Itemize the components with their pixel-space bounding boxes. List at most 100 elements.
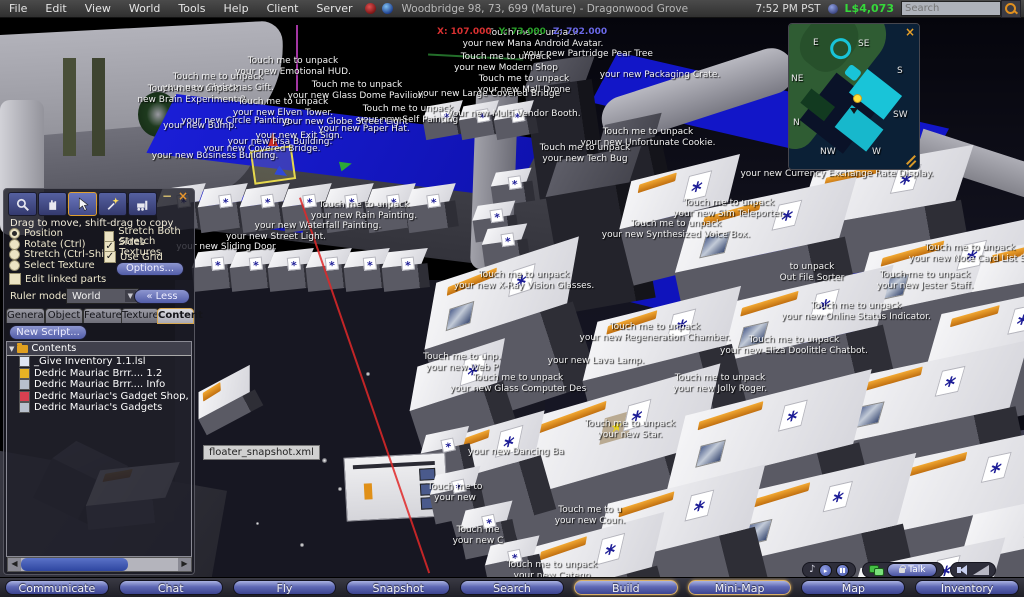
toolbar-snapshot-button[interactable]: Snapshot (346, 580, 450, 595)
volume-slider[interactable] (973, 565, 989, 575)
contents-list: ▼ Contents _Give Inventory 1.1.lslDedric… (6, 341, 192, 557)
search-input[interactable] (901, 1, 1001, 16)
move-tool-icon[interactable] (38, 192, 67, 216)
menu-view[interactable]: View (76, 0, 120, 17)
compass-se: SE (858, 39, 869, 49)
play-button[interactable]: ▸ (819, 564, 832, 577)
toolbar-chat-button[interactable]: Chat (119, 580, 223, 595)
radio-stretch-ctrl-shift[interactable]: Stretch (Ctrl-Shift) (9, 249, 115, 260)
pause-button[interactable] (836, 564, 849, 577)
toolbar-fly-button[interactable]: Fly (233, 580, 337, 595)
maker-logo-icon: * (508, 263, 536, 297)
menu-server[interactable]: Server (307, 0, 361, 17)
menu-world[interactable]: World (120, 0, 170, 17)
horizontal-scrollbar[interactable]: ◀ ▶ (7, 557, 192, 572)
menu-edit[interactable]: Edit (36, 0, 75, 17)
zoom-tool-icon[interactable] (8, 192, 37, 216)
maker-logo-icon: * (507, 548, 522, 563)
radio-rotate-ctrl[interactable]: Rotate (Ctrl) (9, 239, 86, 250)
new-script-button[interactable]: New Script... (9, 325, 87, 340)
compass-e: E (813, 38, 819, 48)
menu-file[interactable]: File (0, 0, 36, 17)
scrollbar-thumb[interactable] (21, 558, 128, 571)
currency-icon[interactable] (828, 4, 838, 14)
toolbar-build-button[interactable]: Build (574, 580, 678, 595)
edit-tools-floater[interactable]: − × Drag to move, shift-drag to copy Pos… (3, 188, 195, 575)
less-button[interactable]: « Less (134, 289, 190, 304)
compass-nw: NW (820, 147, 836, 157)
toolbar-mini-map-button[interactable]: Mini-Map (688, 580, 792, 595)
radio-position[interactable]: Position (9, 228, 63, 239)
package-box[interactable]: * (498, 100, 539, 139)
minimap-floater[interactable]: ESESNESWNNWW × (788, 23, 920, 170)
script-icon (19, 356, 30, 367)
maker-logo-icon: * (685, 489, 715, 521)
voice-controls: Talk (862, 562, 944, 578)
maker-logo-icon: * (211, 257, 225, 271)
search-button[interactable] (1001, 0, 1021, 18)
blue-status-icon[interactable] (382, 3, 393, 14)
maker-logo-icon: * (823, 481, 853, 513)
particle (338, 487, 342, 491)
balance-text[interactable]: L$4,073 (845, 2, 894, 15)
maker-logo-icon: * (935, 366, 966, 397)
inventory-item[interactable]: Dedric Mauriac's Gadgets (7, 402, 191, 414)
tab-content[interactable]: Content (157, 308, 194, 324)
tab-general[interactable]: General (6, 308, 45, 323)
gizmo-arrow-up-icon[interactable] (268, 132, 278, 146)
inventory-item[interactable]: Dedric Mauriac's Gadget Shop, Woodbr (7, 391, 191, 403)
toolbar-map-button[interactable]: Map (801, 580, 905, 595)
tab-features[interactable]: Features (83, 308, 123, 323)
3d-viewport[interactable]: ********★*******************************… (0, 0, 1024, 597)
scroll-right-icon[interactable]: ▶ (178, 558, 191, 571)
talk-button[interactable]: Talk (887, 563, 937, 577)
ruler-mode-dropdown[interactable]: World▼ (66, 288, 139, 304)
close-icon[interactable]: × (178, 190, 188, 202)
inventory-item[interactable]: _Give Inventory 1.1.lsl (7, 356, 191, 368)
radio-select-texture[interactable]: Select Texture (9, 260, 95, 271)
voice-chat-icon (869, 565, 883, 575)
options-button[interactable]: Options... (116, 262, 184, 276)
maker-logo-icon: * (451, 478, 466, 493)
selection-highlight[interactable] (250, 145, 296, 185)
maker-logo-icon: * (439, 108, 454, 123)
music-note-icon: ♪ (809, 564, 815, 576)
maker-logo-icon: * (1007, 303, 1024, 334)
maker-logo-icon: * (510, 108, 525, 123)
landmark-icon (19, 391, 30, 402)
lock-icon (899, 568, 905, 573)
inventory-item[interactable]: Dedric Mauriac Brrr.... Info (7, 379, 191, 391)
contents-header[interactable]: ▼ Contents (7, 342, 191, 356)
maker-logo-icon: * (682, 170, 712, 202)
edit-tool-icon[interactable] (68, 192, 97, 216)
land-tool-icon[interactable] (128, 192, 157, 216)
radio-icon (9, 249, 20, 260)
edit-linked-parts-checkbox[interactable]: Edit linked parts (9, 273, 106, 285)
maker-logo-icon: * (500, 232, 515, 247)
scroll-left-icon[interactable]: ◀ (8, 558, 21, 571)
minimap-close-icon[interactable]: × (905, 25, 915, 39)
compass-w: W (872, 147, 881, 157)
clock-text: 7:52 PM PST (755, 3, 820, 15)
package-box[interactable]: * (388, 248, 432, 291)
maker-logo-icon: * (495, 425, 524, 458)
particle (366, 372, 370, 376)
menu-help[interactable]: Help (214, 0, 257, 17)
tree-expand-icon[interactable]: ▼ (9, 345, 14, 353)
inventory-item[interactable]: Dedric Mauriac Brrr.... 1.2 (7, 368, 191, 380)
package-box[interactable]: * (496, 168, 536, 206)
red-status-icon[interactable] (365, 3, 376, 14)
speaker-icon[interactable] (957, 564, 969, 576)
package-box[interactable]: * (412, 183, 462, 232)
menu-client[interactable]: Client (258, 0, 308, 17)
toolbar-search-button[interactable]: Search (460, 580, 564, 595)
toolbar-communicate-button[interactable]: Communicate (5, 580, 109, 595)
create-tool-icon[interactable] (98, 192, 127, 216)
toolbar-inventory-button[interactable]: Inventory (915, 580, 1019, 595)
menu-tools[interactable]: Tools (169, 0, 214, 17)
minimize-icon[interactable]: − (162, 190, 172, 202)
tab-texture[interactable]: Texture (121, 308, 159, 323)
checkbox-icon: ✓ (104, 251, 116, 263)
tab-object[interactable]: Object (45, 308, 83, 323)
minimap-resize-handle[interactable] (905, 155, 917, 167)
